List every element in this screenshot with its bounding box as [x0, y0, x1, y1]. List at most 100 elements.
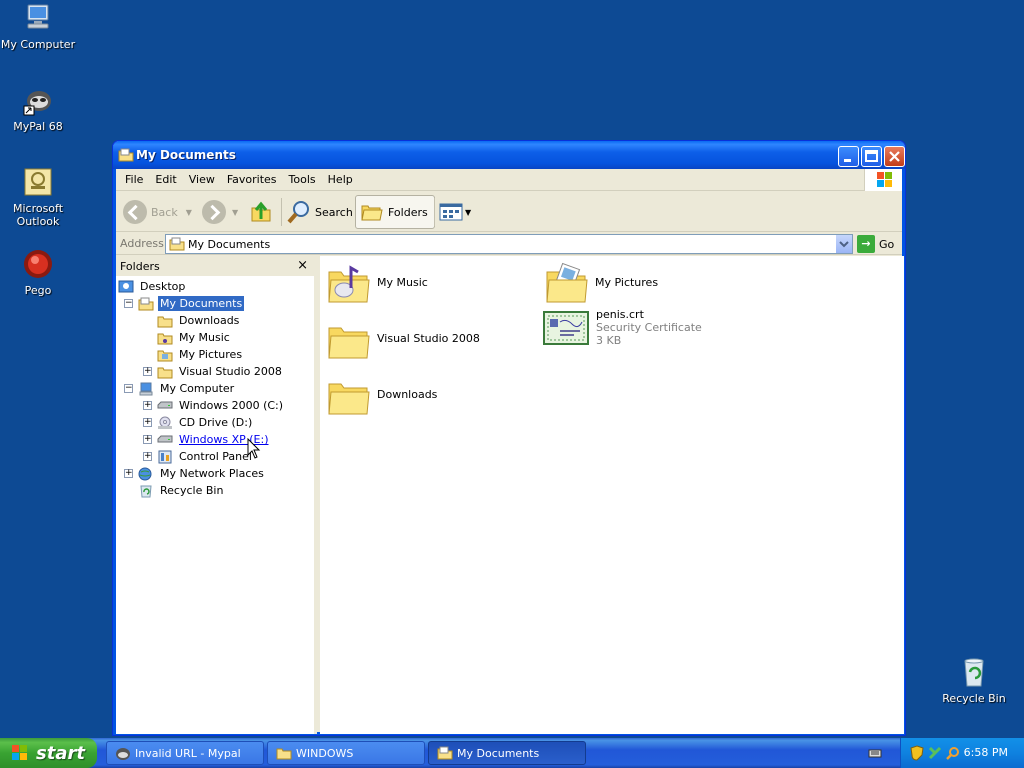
tree-item-my-documents[interactable]: − My Documents: [124, 295, 245, 312]
desktop-icon: [118, 280, 134, 292]
chevron-down-icon: [839, 241, 849, 248]
tree-item-my-pictures[interactable]: My Pictures: [157, 346, 244, 363]
tree-item-label: Downloads: [179, 314, 240, 327]
desktop-icon-recycle-bin[interactable]: Recycle Bin: [936, 656, 1012, 705]
windows-logo-icon: [864, 169, 902, 191]
minimize-button[interactable]: [838, 146, 859, 167]
menu-tools[interactable]: Tools: [283, 169, 322, 191]
views-button[interactable]: ▼: [439, 197, 471, 227]
menu-help[interactable]: Help: [322, 169, 359, 191]
tree-item-windows-2000-c[interactable]: + Windows 2000 (C:): [143, 397, 285, 414]
search-label: Search: [315, 205, 353, 219]
tree-item-cd-drive-d[interactable]: + CD Drive (D:): [143, 414, 254, 431]
menu-view[interactable]: View: [183, 169, 221, 191]
tree-item-downloads[interactable]: Downloads: [157, 312, 241, 329]
start-button[interactable]: start: [0, 738, 97, 768]
go-button[interactable]: → Go: [857, 235, 894, 253]
toolbar-separator: [281, 198, 282, 226]
expand-toggle[interactable]: +: [143, 418, 152, 427]
my-documents-icon: [437, 746, 453, 760]
my-documents-icon: [138, 297, 154, 310]
taskbar-button-windows[interactable]: WINDOWS: [267, 741, 425, 765]
mouse-cursor-icon: [247, 438, 261, 459]
content-item-visual-studio-2008[interactable]: Visual Studio 2008: [327, 318, 480, 362]
my-documents-icon: [169, 237, 185, 251]
content-item-my-pictures[interactable]: My Pictures: [545, 262, 658, 306]
tree-item-desktop[interactable]: Desktop: [118, 278, 187, 295]
tree-item-label: Desktop: [140, 280, 186, 293]
menu-file[interactable]: File: [119, 169, 149, 191]
address-input[interactable]: My Documents: [165, 234, 853, 254]
network-icon[interactable]: [927, 745, 943, 761]
back-button[interactable]: Back ▼: [123, 197, 192, 227]
my-computer-icon: [139, 382, 153, 395]
search-button[interactable]: Search: [286, 197, 353, 227]
magnifier-icon[interactable]: [945, 745, 961, 761]
menu-favorites[interactable]: Favorites: [221, 169, 283, 191]
music-folder-icon: [328, 265, 370, 303]
hard-drive-icon: [157, 401, 173, 408]
chevron-down-icon: ▼: [185, 207, 192, 217]
folders-pane-title: Folders: [120, 260, 160, 273]
content-item-penis-crt[interactable]: penis.crt Security Certificate 3 KB: [542, 306, 702, 350]
desktop-icon-pego[interactable]: Pego: [0, 248, 76, 297]
taskbar: start Invalid URL - Mypal WINDOWS My Doc…: [0, 738, 1024, 768]
taskbar-button-mypal[interactable]: Invalid URL - Mypal: [106, 741, 264, 765]
security-shield-icon[interactable]: [909, 745, 925, 761]
desktop-icon-label: Pego: [24, 284, 52, 297]
title-bar[interactable]: My Documents: [113, 141, 905, 169]
menu-bar: File Edit View Favorites Tools Help: [116, 169, 902, 191]
desktop-icon-outlook[interactable]: Microsoft Outlook: [0, 166, 76, 228]
toolbar-separator: [434, 198, 435, 226]
go-arrow-icon: →: [857, 235, 875, 253]
maximize-button[interactable]: [861, 146, 882, 167]
taskbar-button-my-documents[interactable]: My Documents: [428, 741, 586, 765]
chevron-down-icon: ▼: [232, 207, 239, 217]
desktop-icon-my-computer[interactable]: My Computer: [0, 2, 76, 51]
forward-button[interactable]: ▼: [202, 197, 238, 227]
network-places-icon: [138, 467, 152, 480]
tree-item-my-computer[interactable]: − My Computer: [124, 380, 236, 397]
address-value: My Documents: [188, 238, 271, 251]
close-pane-button[interactable]: ×: [297, 258, 308, 273]
content-item-name: Downloads: [377, 388, 438, 401]
tree-item-label: Recycle Bin: [160, 484, 224, 497]
folder-icon: [328, 327, 370, 359]
tree-item-recycle-bin[interactable]: Recycle Bin: [138, 482, 225, 499]
content-item-downloads[interactable]: Downloads: [327, 374, 437, 418]
address-dropdown-button[interactable]: [835, 235, 852, 253]
tree-item-my-music[interactable]: My Music: [157, 329, 232, 346]
recycle-bin-icon: [140, 485, 152, 497]
window-title: My Documents: [136, 148, 236, 162]
collapse-toggle[interactable]: −: [124, 384, 133, 393]
taskbar-button-label: My Documents: [457, 746, 540, 760]
tree-item-my-network-places[interactable]: + My Network Places: [124, 465, 266, 482]
tree-item-visual-studio-2008[interactable]: + Visual Studio 2008: [143, 363, 284, 380]
cd-drive-icon: [158, 416, 172, 429]
certificate-icon: [543, 311, 589, 345]
tree-item-control-panel[interactable]: + Control Panel: [143, 448, 254, 465]
up-button[interactable]: [249, 197, 273, 227]
toolbar: Back ▼ ▼ Search Folders ▼: [116, 192, 902, 232]
expand-toggle[interactable]: +: [143, 401, 152, 410]
expand-toggle[interactable]: +: [143, 452, 152, 461]
expand-toggle[interactable]: +: [143, 435, 152, 444]
clock[interactable]: 6:58 PM: [964, 746, 1008, 759]
content-pane: My Music My Pictures Visual Studio 2008 …: [320, 256, 904, 734]
collapse-toggle[interactable]: −: [124, 299, 133, 308]
recycle-bin-icon: [958, 656, 990, 688]
pictures-folder-icon: [157, 350, 173, 361]
content-item-my-music[interactable]: My Music: [327, 262, 428, 306]
desktop-icon-mypal[interactable]: MyPal 68: [0, 84, 76, 133]
folders-button[interactable]: Folders: [355, 195, 435, 229]
close-button[interactable]: [884, 146, 905, 167]
expand-toggle[interactable]: +: [124, 469, 133, 478]
folder-up-icon: [251, 201, 271, 222]
outlook-icon: [22, 166, 54, 198]
keyboard-icon[interactable]: [868, 746, 882, 760]
expand-toggle[interactable]: +: [143, 367, 152, 376]
address-bar: Address My Documents → Go: [116, 233, 902, 255]
folder-icon: [118, 148, 134, 162]
menu-edit[interactable]: Edit: [149, 169, 182, 191]
folder-icon: [328, 383, 370, 415]
